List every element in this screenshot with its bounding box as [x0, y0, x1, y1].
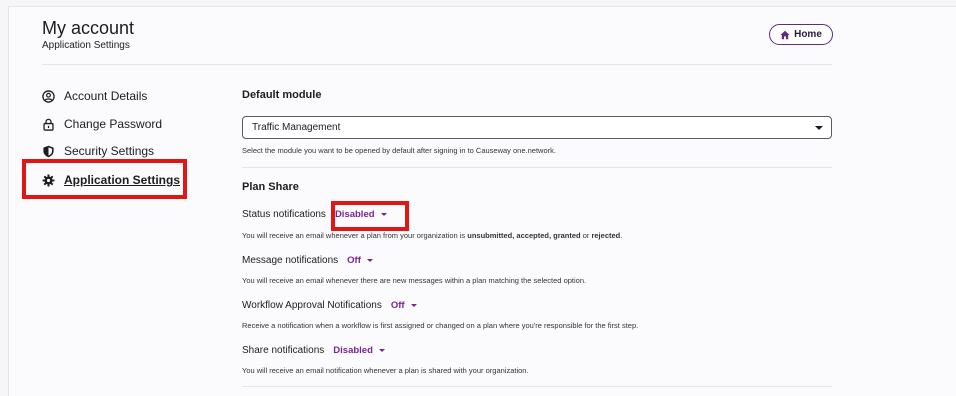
page-title: My account	[42, 18, 135, 38]
status-notifications-label: Status notifications	[242, 209, 326, 220]
home-button-label: Home	[794, 29, 822, 40]
default-module-value: Traffic Management	[252, 122, 341, 133]
section-title-default-module: Default module	[242, 89, 322, 101]
sidebar-item-label: Security Settings	[64, 144, 155, 158]
share-notifications-dropdown[interactable]: Disabled	[333, 345, 385, 356]
workflow-notifications-row: Workflow Approval Notifications Off	[242, 300, 417, 311]
shield-icon	[43, 145, 54, 157]
home-icon	[780, 30, 790, 39]
message-notifications-row: Message notifications Off	[242, 255, 373, 266]
sidebar-item-security-settings[interactable]: Security Settings	[42, 143, 154, 159]
sidebar-item-label: Change Password	[64, 117, 163, 131]
message-notifications-label: Message notifications	[242, 255, 339, 266]
workflow-notifications-dropdown[interactable]: Off	[391, 300, 417, 311]
share-notifications-row: Share notifications Disabled	[242, 345, 385, 356]
message-notifications-help: You will receive an email whenever there…	[242, 276, 587, 285]
sidebar-item-change-password[interactable]: Change Password	[42, 116, 162, 132]
share-notifications-value: Disabled	[333, 345, 373, 356]
home-button[interactable]: Home	[769, 24, 833, 45]
sidebar-item-account-details[interactable]: Account Details	[42, 88, 147, 104]
chevron-down-icon	[410, 304, 417, 307]
default-module-select[interactable]: Traffic Management	[242, 116, 832, 139]
user-circle-icon	[42, 89, 55, 103]
section-divider	[242, 167, 832, 168]
page-subtitle: Application Settings	[42, 40, 130, 51]
highlight-box	[331, 201, 409, 231]
share-notifications-help: You will receive an email notification w…	[242, 366, 529, 375]
workflow-notifications-value: Off	[390, 300, 405, 311]
default-module-help: Select the module you want to be opened …	[242, 146, 556, 155]
message-notifications-value: Off	[347, 255, 361, 266]
highlight-box	[22, 159, 187, 199]
chevron-down-icon	[378, 349, 385, 352]
chevron-down-icon	[366, 259, 373, 262]
workflow-notifications-help: Receive a notification when a workflow i…	[242, 321, 639, 330]
message-notifications-dropdown[interactable]: Off	[347, 255, 373, 266]
share-notifications-label: Share notifications	[242, 345, 325, 356]
chevron-down-icon	[815, 125, 823, 130]
section-divider	[242, 386, 832, 387]
workflow-notifications-label: Workflow Approval Notifications	[242, 300, 382, 311]
header-divider	[42, 64, 832, 65]
sidebar-item-label: Account Details	[64, 89, 148, 103]
status-notifications-help: You will receive an email whenever a pla…	[242, 231, 623, 240]
lock-icon	[43, 118, 54, 131]
section-title-plan-share: Plan Share	[242, 181, 299, 193]
